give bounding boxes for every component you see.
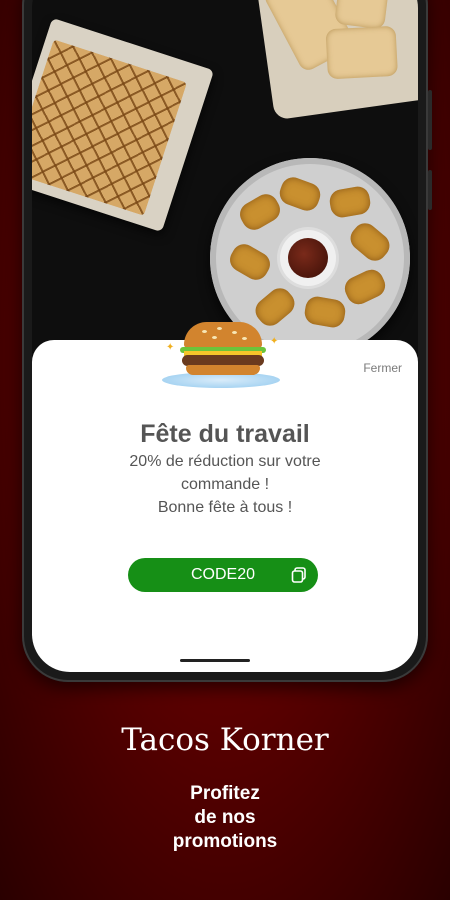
tagline-line-2: de nos: [194, 807, 256, 828]
tagline-line-1: Profitez: [190, 783, 260, 804]
phone-frame: ✦ ✦ Fermer Fête du travail 20% de réduct…: [22, 0, 432, 682]
sauce-cup: [280, 230, 336, 286]
promo-tagline: Profitez de nos promotions: [0, 782, 450, 854]
copy-icon[interactable]: [290, 566, 308, 584]
grilled-tacos-image: [32, 39, 188, 216]
phone-screen: ✦ ✦ Fermer Fête du travail 20% de réduct…: [32, 0, 418, 672]
close-button[interactable]: Fermer: [363, 361, 402, 375]
cutting-board: [32, 17, 215, 233]
fries-plate-image: [250, 0, 418, 121]
tagline-line-3: promotions: [172, 831, 278, 852]
popup-title: Fête du travail: [140, 420, 310, 448]
home-indicator[interactable]: [180, 659, 250, 662]
burger-icon: ✦ ✦: [162, 322, 282, 394]
promo-popup: ✦ ✦ Fermer Fête du travail 20% de réduct…: [32, 322, 418, 672]
app-brand-name: Tacos Korner: [121, 722, 329, 758]
promo-code-button[interactable]: CODE20: [128, 558, 318, 592]
message-line-2: commande !: [180, 476, 270, 493]
power-button: [428, 170, 432, 210]
message-line-1: 20% de réduction sur votre: [129, 453, 321, 470]
volume-button: [428, 90, 432, 150]
promo-code-text: CODE20: [190, 566, 256, 583]
popup-message: 20% de réduction sur votre commande ! Bo…: [32, 450, 418, 519]
message-line-3: Bonne fête à tous !: [157, 499, 293, 516]
